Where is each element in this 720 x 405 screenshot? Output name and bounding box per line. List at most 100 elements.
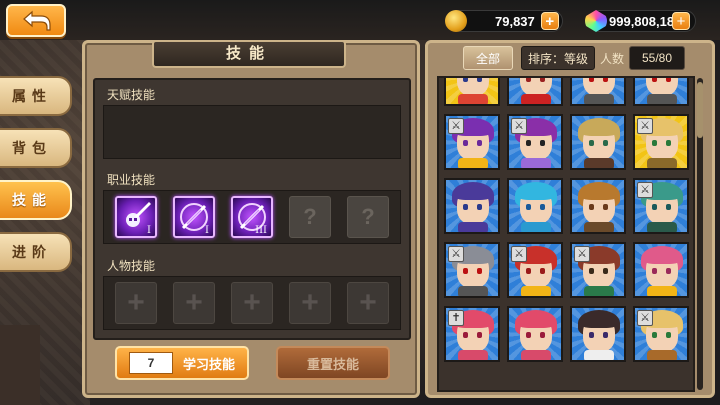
- roster-scroll-thumb[interactable]: [697, 82, 703, 138]
- hero-outfit: [647, 286, 677, 296]
- hero-eye: [652, 78, 657, 82]
- hero-eye: [589, 268, 594, 274]
- tab-skills[interactable]: 技能: [0, 180, 72, 220]
- hero-card[interactable]: [633, 78, 689, 106]
- hero-outfit: [584, 222, 614, 232]
- hero-card[interactable]: ⚔: [570, 242, 626, 298]
- hero-eye: [526, 140, 531, 146]
- hero-card[interactable]: ⚔: [444, 242, 500, 298]
- hero-eye: [463, 78, 468, 82]
- tab-attributes[interactable]: 属性: [0, 76, 72, 116]
- hero-count-label: 人数: [599, 51, 624, 66]
- hero-eye: [666, 332, 671, 338]
- add-character-skill-slot[interactable]: +: [347, 282, 389, 324]
- hero-fringe: [454, 184, 492, 200]
- hero-eye: [540, 204, 545, 210]
- add-character-skill-slot[interactable]: +: [115, 282, 157, 324]
- hero-outfit: [647, 94, 677, 104]
- skill-rank: I: [205, 225, 209, 236]
- reset-skill-button[interactable]: 重置技能: [276, 346, 390, 380]
- add-gold-button[interactable]: +: [540, 12, 559, 30]
- job-skill-2[interactable]: I: [173, 196, 215, 238]
- hero-card[interactable]: [570, 306, 626, 362]
- hero-card[interactable]: [633, 242, 689, 298]
- hero-eye: [603, 268, 608, 274]
- hero-card[interactable]: ⚔: [444, 114, 500, 170]
- gold-value: 79,837: [495, 13, 535, 29]
- learn-skill-label: 学习技能: [182, 356, 235, 372]
- coin-icon: [445, 10, 467, 32]
- hero-card[interactable]: [507, 306, 563, 362]
- hero-fringe: [517, 184, 555, 200]
- hero-eye: [463, 204, 468, 210]
- learn-skill-button[interactable]: 7 学习技能: [115, 346, 249, 380]
- hero-eye: [526, 332, 531, 338]
- sword-class-icon: ⚔: [511, 118, 527, 134]
- hero-eye: [540, 78, 545, 82]
- side-decoration: [0, 325, 40, 405]
- add-character-skill-slot[interactable]: +: [289, 282, 331, 324]
- back-arrow-icon: [23, 10, 51, 31]
- hero-outfit: [521, 94, 551, 104]
- roster-scrollbar[interactable]: [697, 78, 703, 390]
- hero-card[interactable]: [507, 178, 563, 234]
- tab-advance[interactable]: 进阶: [0, 232, 72, 272]
- add-gem-button[interactable]: +: [672, 12, 690, 30]
- locked-skill-slot[interactable]: ?: [347, 196, 389, 238]
- hero-eye: [463, 268, 468, 274]
- hero-card[interactable]: ⚔: [633, 178, 689, 234]
- hero-eye: [589, 204, 594, 210]
- hero-card[interactable]: [570, 78, 626, 106]
- skill-point-count: 7: [128, 352, 173, 374]
- hero-eye: [652, 140, 657, 146]
- hero-eye: [477, 268, 482, 274]
- character-skills-label: 人物技能: [107, 259, 156, 273]
- hero-card[interactable]: ⚔: [633, 306, 689, 362]
- skill-rank: I: [147, 225, 151, 236]
- sword-class-icon: ⚔: [637, 310, 653, 326]
- hero-card[interactable]: [507, 78, 563, 106]
- hero-outfit: [521, 222, 551, 232]
- hero-eye: [603, 332, 608, 338]
- hero-eye: [477, 204, 482, 210]
- filter-all-button[interactable]: 全部: [463, 46, 513, 70]
- hero-eye: [540, 140, 545, 146]
- tab-attributes-label: 属性: [12, 88, 52, 104]
- job-skill-1[interactable]: I: [115, 196, 157, 238]
- gold-counter: 79,837 +: [445, 10, 563, 32]
- hero-card[interactable]: ✝: [444, 306, 500, 362]
- hero-eye: [666, 78, 671, 82]
- cross-class-icon: ✝: [448, 310, 464, 326]
- hero-card[interactable]: [570, 178, 626, 234]
- hero-eye: [477, 332, 482, 338]
- hero-card[interactable]: ⚔: [507, 242, 563, 298]
- hero-outfit: [584, 158, 614, 168]
- hero-eye: [589, 78, 594, 82]
- hero-card[interactable]: ⚔: [507, 114, 563, 170]
- hero-fringe: [580, 184, 618, 200]
- hero-card[interactable]: ⚔: [633, 114, 689, 170]
- hero-outfit: [584, 94, 614, 104]
- sort-by-level-button[interactable]: 排序：等级: [521, 46, 595, 70]
- add-character-skill-slot[interactable]: +: [173, 282, 215, 324]
- tab-bag[interactable]: 背包: [0, 128, 72, 168]
- locked-skill-slot[interactable]: ?: [289, 196, 331, 238]
- hero-eye: [589, 140, 594, 146]
- tab-skills-label: 技能: [12, 192, 52, 208]
- sword-class-icon: ⚔: [448, 246, 464, 262]
- hero-card[interactable]: [570, 114, 626, 170]
- talent-skills-label: 天赋技能: [107, 88, 156, 102]
- hero-outfit: [521, 158, 551, 168]
- hero-card[interactable]: [444, 78, 500, 106]
- hero-outfit: [458, 350, 488, 360]
- hero-outfit: [458, 94, 488, 104]
- job-skill-3[interactable]: III: [231, 196, 273, 238]
- hero-outfit: [458, 286, 488, 296]
- hero-eye: [603, 140, 608, 146]
- roster-toolbar: 全部 排序：等级 人数 55/80: [433, 44, 711, 72]
- hero-card[interactable]: [444, 178, 500, 234]
- back-button[interactable]: [6, 4, 66, 37]
- reset-skill-label: 重置技能: [306, 356, 359, 372]
- skill-rank: III: [255, 225, 267, 236]
- add-character-skill-slot[interactable]: +: [231, 282, 273, 324]
